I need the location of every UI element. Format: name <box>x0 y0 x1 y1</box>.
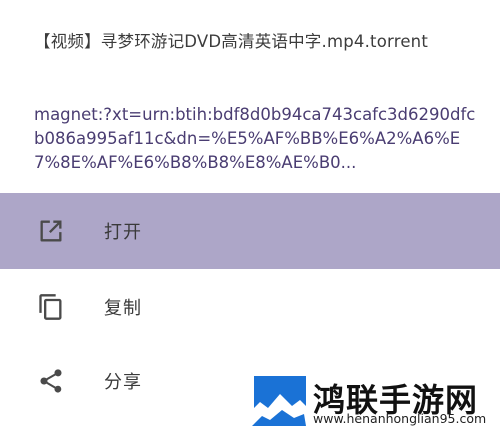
torrent-file-name: 【视频】寻梦环游记DVD高清英语中字.mp4.torrent <box>34 32 428 51</box>
menu-item-copy[interactable]: 复制 <box>0 269 500 345</box>
watermark-logo-icon <box>248 374 310 434</box>
menu-item-label: 复制 <box>104 298 142 319</box>
link-dialog-header: 【视频】寻梦环游记DVD高清英语中字.mp4.torrent magnet:?x… <box>0 0 500 193</box>
menu-item-label: 分享 <box>104 372 142 393</box>
copy-icon <box>36 292 66 322</box>
menu-item-open[interactable]: 打开 <box>0 193 500 269</box>
open-external-icon <box>36 216 66 246</box>
menu-item-label: 打开 <box>104 222 142 243</box>
share-icon <box>36 366 66 396</box>
magnet-link-text: magnet:?xt=urn:btih:bdf8d0b94ca743cafc3d… <box>34 105 476 172</box>
watermark-site-url: www.henanhonglian95.com <box>313 411 487 426</box>
